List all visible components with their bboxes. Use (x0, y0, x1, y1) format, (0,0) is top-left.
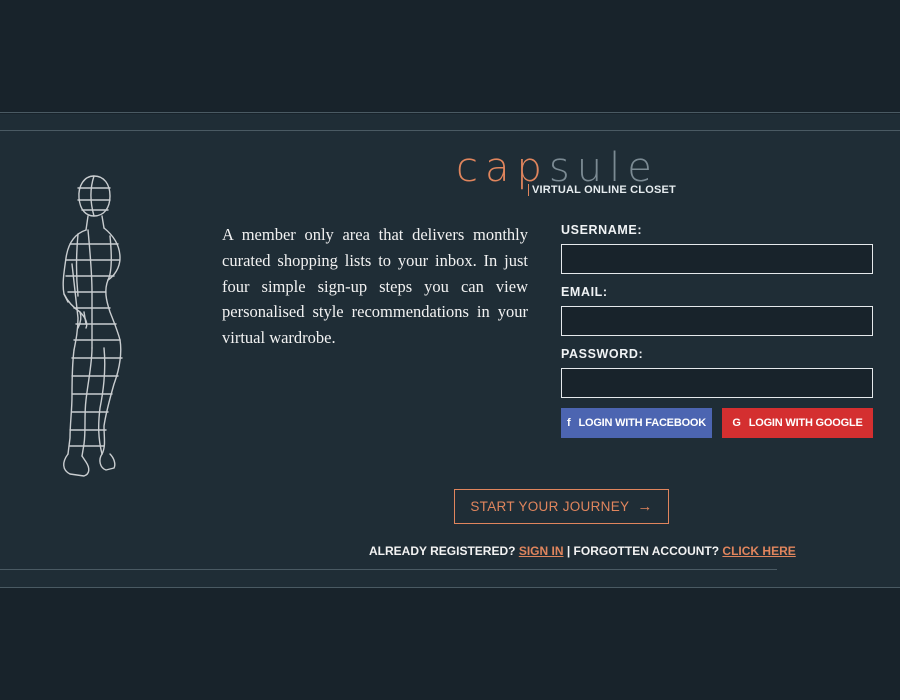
start-your-journey-button[interactable]: START YOUR JOURNEY → (454, 489, 669, 524)
password-label: PASSWORD: (561, 347, 644, 361)
forgotten-account-text: FORGOTTEN ACCOUNT? (573, 544, 720, 558)
top-divider (0, 112, 900, 113)
mannequin-wireframe-illustration (62, 175, 123, 477)
login-with-facebook-button[interactable]: f LOGIN WITH FACEBOOK (561, 408, 712, 438)
click-here-link[interactable]: CLICK HERE (722, 544, 795, 558)
login-with-facebook-label: LOGIN WITH FACEBOOK (578, 417, 707, 429)
footer-separator: | (566, 544, 571, 558)
intro-paragraph: A member only area that delivers monthly… (222, 225, 528, 348)
login-with-google-button[interactable]: G LOGIN WITH GOOGLE (722, 408, 873, 438)
username-input[interactable] (561, 244, 873, 274)
username-label: USERNAME: (561, 223, 643, 237)
password-input[interactable] (561, 368, 873, 398)
already-registered-text: ALREADY REGISTERED? (369, 544, 516, 558)
account-links: ALREADY REGISTERED? SIGN IN | FORGOTTEN … (369, 544, 796, 558)
email-label: EMAIL: (561, 285, 608, 299)
social-login-row: f LOGIN WITH FACEBOOK G LOGIN WITH GOOGL… (561, 408, 873, 438)
panel-inner-bottom-line (0, 569, 777, 570)
sign-in-link[interactable]: SIGN IN (519, 544, 564, 558)
google-icon: G (732, 417, 741, 429)
email-input[interactable] (561, 306, 873, 336)
panel-inner-top-line (0, 130, 900, 131)
start-your-journey-label: START YOUR JOURNEY (470, 499, 630, 514)
arrow-right-icon: → (637, 498, 653, 515)
facebook-icon: f (566, 417, 571, 429)
logo-tagline: VIRTUAL ONLINE CLOSET (528, 184, 676, 196)
login-with-google-label: LOGIN WITH GOOGLE (748, 417, 863, 429)
capsule-logo: capsule VIRTUAL ONLINE CLOSET (456, 142, 676, 202)
bottom-divider (0, 587, 900, 588)
login-form: USERNAME: EMAIL: PASSWORD: f LOGIN WITH … (561, 222, 873, 438)
